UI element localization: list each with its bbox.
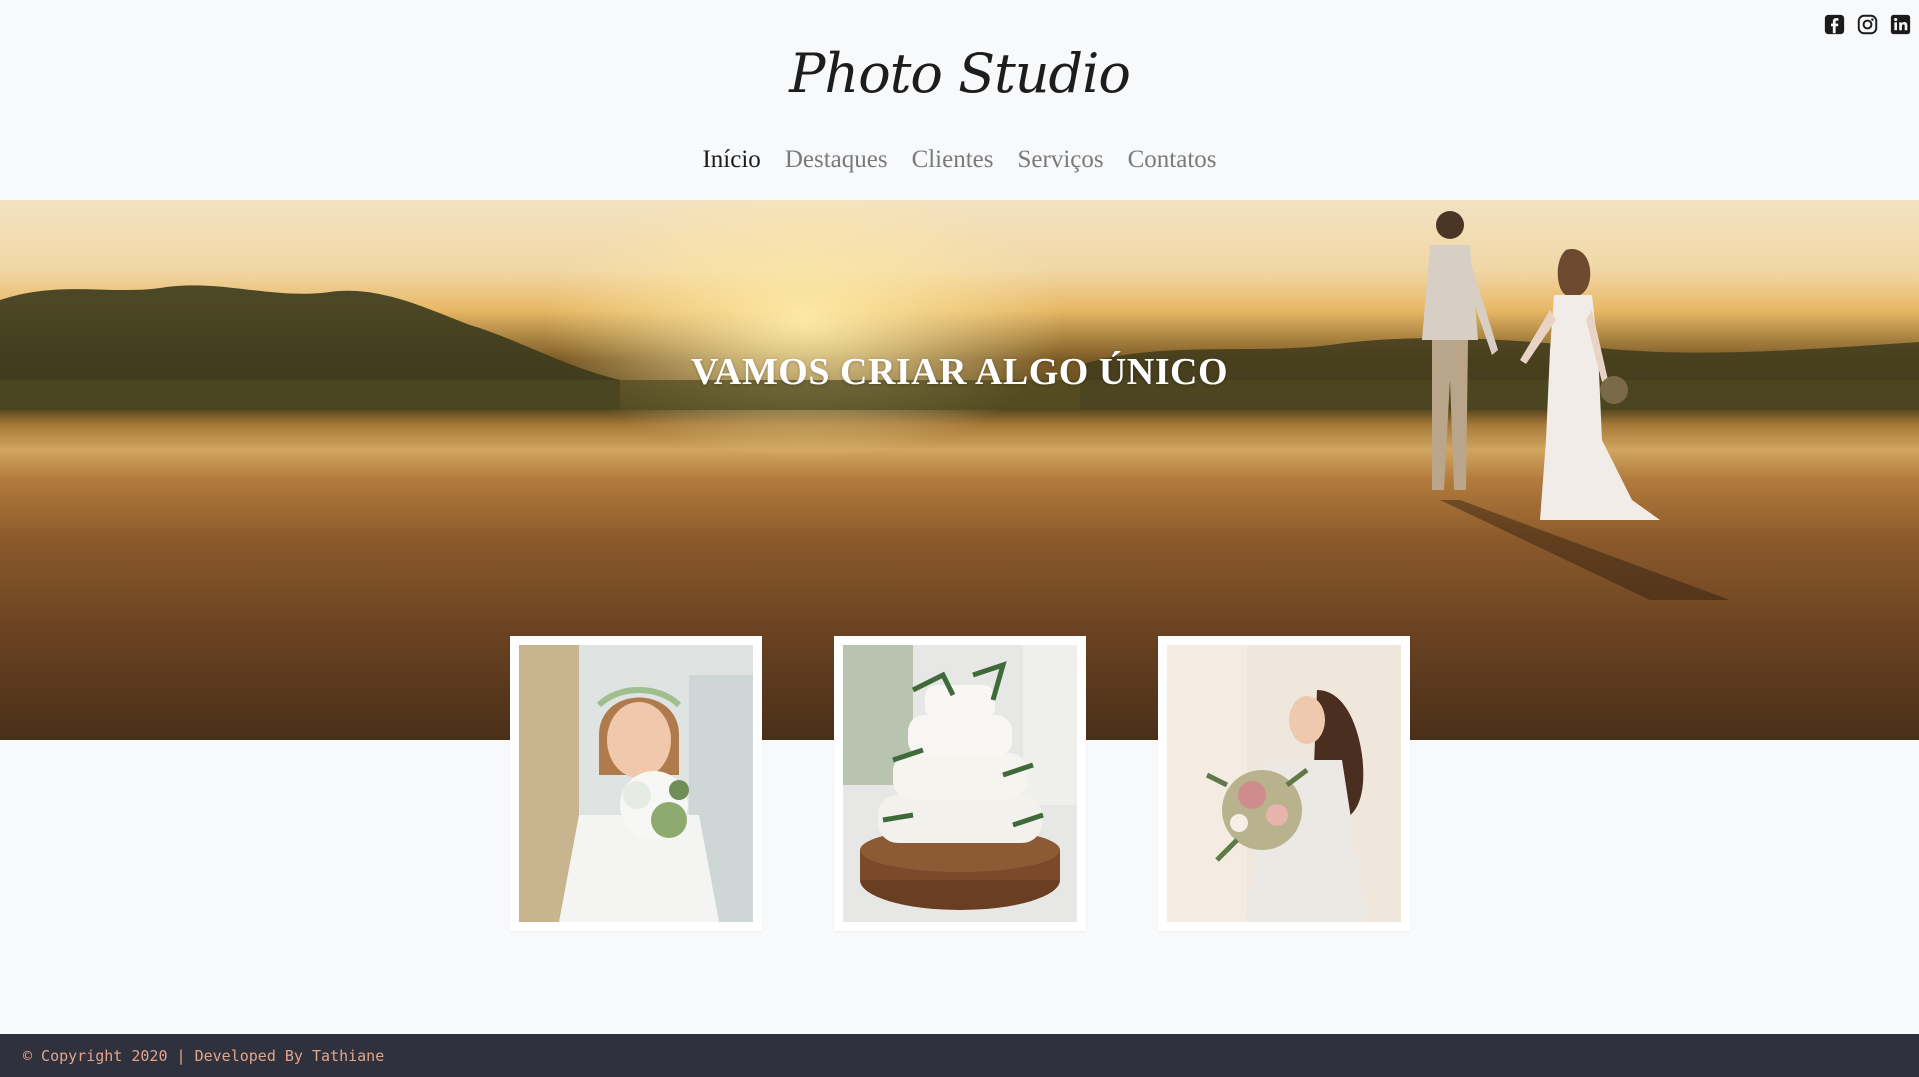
site-logo[interactable]: Photo Studio [0, 34, 1919, 114]
main-nav: Início Destaques Clientes Serviços Conta… [0, 141, 1919, 179]
couple-silhouette [1422, 211, 1730, 600]
bride-with-bouquet-photo [518, 645, 753, 922]
social-links [1824, 14, 1911, 35]
page: Photo Studio Início Destaques Clientes S… [0, 0, 1919, 1077]
nav-item-servicos[interactable]: Serviços [1018, 141, 1104, 179]
nav-item-destaques[interactable]: Destaques [785, 141, 888, 179]
copyright-text: © Copyright 2020 | Developed By Tathiane [23, 1046, 385, 1065]
facebook-icon[interactable] [1824, 14, 1845, 35]
bride-holding-flowers-photo [1166, 645, 1401, 922]
nav-item-clientes[interactable]: Clientes [912, 141, 994, 179]
gallery-card[interactable] [833, 636, 1086, 931]
linkedin-icon[interactable] [1890, 14, 1911, 35]
nav-item-contatos[interactable]: Contatos [1128, 141, 1217, 179]
site-footer: © Copyright 2020 | Developed By Tathiane [0, 1034, 1919, 1077]
gallery-card[interactable] [1157, 636, 1410, 931]
gallery-card[interactable] [509, 636, 762, 931]
site-header: Photo Studio Início Destaques Clientes S… [0, 0, 1919, 200]
wedding-cake-photo [842, 645, 1077, 922]
instagram-icon[interactable] [1857, 14, 1878, 35]
featured-gallery [0, 636, 1919, 931]
nav-item-inicio[interactable]: Início [702, 141, 760, 179]
